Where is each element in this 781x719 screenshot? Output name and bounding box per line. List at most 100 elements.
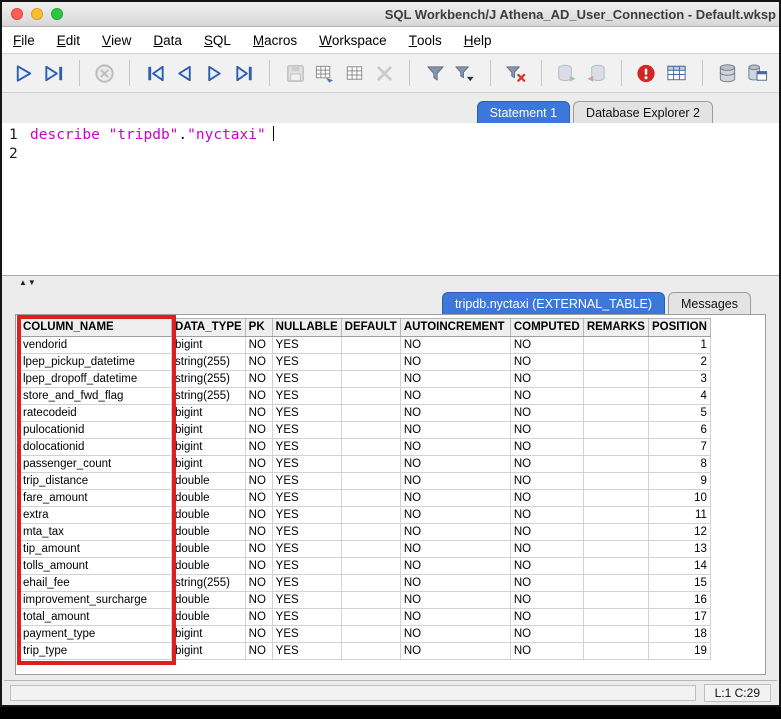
- table-row[interactable]: tolls_amountdoubleNOYESNONO14: [20, 558, 711, 575]
- cell[interactable]: NO: [510, 456, 583, 473]
- cell[interactable]: double: [172, 524, 246, 541]
- cell[interactable]: NO: [510, 439, 583, 456]
- cell[interactable]: 10: [648, 490, 710, 507]
- reset-filter-button[interactable]: [503, 59, 529, 88]
- cell[interactable]: NO: [400, 422, 510, 439]
- cell[interactable]: bigint: [172, 456, 246, 473]
- collapse-up-icon[interactable]: ▲: [19, 279, 27, 287]
- cell[interactable]: 9: [648, 473, 710, 490]
- cell[interactable]: [341, 337, 400, 354]
- cell[interactable]: bigint: [172, 439, 246, 456]
- cell[interactable]: [341, 507, 400, 524]
- table-row[interactable]: vendoridbigintNOYESNONO1: [20, 337, 711, 354]
- cell[interactable]: string(255): [172, 371, 246, 388]
- cell[interactable]: 5: [648, 405, 710, 422]
- table-row[interactable]: extradoubleNOYESNONO11: [20, 507, 711, 524]
- cell[interactable]: NO: [400, 524, 510, 541]
- splitter[interactable]: ▲ ▼: [2, 276, 779, 290]
- cell[interactable]: tolls_amount: [20, 558, 172, 575]
- filter-button[interactable]: [422, 59, 448, 88]
- cell[interactable]: [341, 626, 400, 643]
- cell[interactable]: 19: [648, 643, 710, 660]
- cell[interactable]: vendorid: [20, 337, 172, 354]
- sql-editor[interactable]: 12 describe "tripdb"."nyctaxi": [2, 123, 779, 276]
- cell[interactable]: NO: [510, 575, 583, 592]
- cell[interactable]: NO: [245, 473, 272, 490]
- cell[interactable]: [341, 558, 400, 575]
- menu-help[interactable]: Help: [453, 27, 503, 53]
- cell[interactable]: NO: [510, 473, 583, 490]
- cell[interactable]: NO: [245, 456, 272, 473]
- cell[interactable]: [341, 354, 400, 371]
- menu-tools[interactable]: Tools: [398, 27, 453, 53]
- cell[interactable]: NO: [245, 439, 272, 456]
- cell[interactable]: trip_distance: [20, 473, 172, 490]
- filter-dropdown-button[interactable]: [452, 59, 478, 88]
- cell[interactable]: NO: [245, 490, 272, 507]
- cell[interactable]: NO: [510, 541, 583, 558]
- prev-row-button[interactable]: [172, 59, 198, 88]
- cell[interactable]: store_and_fwd_flag: [20, 388, 172, 405]
- table-row[interactable]: dolocationidbigintNOYESNONO7: [20, 439, 711, 456]
- cell[interactable]: NO: [400, 354, 510, 371]
- menu-file[interactable]: File: [2, 27, 46, 53]
- cell[interactable]: YES: [272, 388, 341, 405]
- cell[interactable]: NO: [400, 575, 510, 592]
- cell[interactable]: payment_type: [20, 626, 172, 643]
- cell[interactable]: 15: [648, 575, 710, 592]
- cell[interactable]: NO: [400, 541, 510, 558]
- menu-workspace[interactable]: Workspace: [308, 27, 398, 53]
- cell[interactable]: YES: [272, 609, 341, 626]
- cell[interactable]: [583, 507, 648, 524]
- cell[interactable]: NO: [245, 592, 272, 609]
- cell[interactable]: NO: [400, 439, 510, 456]
- table-row[interactable]: tip_amountdoubleNOYESNONO13: [20, 541, 711, 558]
- code-area[interactable]: describe "tripdb"."nyctaxi": [29, 123, 779, 275]
- cell[interactable]: bigint: [172, 626, 246, 643]
- cell[interactable]: NO: [510, 388, 583, 405]
- sql-statement-line[interactable]: describe "tripdb"."nyctaxi": [30, 126, 779, 145]
- column-header-computed[interactable]: COMPUTED: [510, 319, 583, 337]
- cell[interactable]: YES: [272, 490, 341, 507]
- cell[interactable]: NO: [400, 626, 510, 643]
- cell[interactable]: [341, 371, 400, 388]
- commit-button[interactable]: [554, 59, 580, 88]
- column-header-default[interactable]: DEFAULT: [341, 319, 400, 337]
- cell[interactable]: extra: [20, 507, 172, 524]
- cell[interactable]: [341, 405, 400, 422]
- cell[interactable]: [583, 405, 648, 422]
- cell[interactable]: [583, 490, 648, 507]
- cell[interactable]: 4: [648, 388, 710, 405]
- cell[interactable]: double: [172, 609, 246, 626]
- column-header-position[interactable]: POSITION: [648, 319, 710, 337]
- result-table[interactable]: COLUMN_NAMEDATA_TYPEPKNULLABLEDEFAULTAUT…: [19, 318, 711, 660]
- cell[interactable]: ehail_fee: [20, 575, 172, 592]
- cell[interactable]: [583, 575, 648, 592]
- cell[interactable]: 14: [648, 558, 710, 575]
- last-row-button[interactable]: [232, 59, 258, 88]
- cell[interactable]: [341, 592, 400, 609]
- cell[interactable]: NO: [245, 558, 272, 575]
- cell[interactable]: YES: [272, 456, 341, 473]
- cell[interactable]: [583, 354, 648, 371]
- cell[interactable]: YES: [272, 575, 341, 592]
- table-row[interactable]: store_and_fwd_flagstring(255)NOYESNONO4: [20, 388, 711, 405]
- cell[interactable]: NO: [510, 490, 583, 507]
- cell[interactable]: NO: [400, 388, 510, 405]
- cell[interactable]: YES: [272, 354, 341, 371]
- cell[interactable]: dolocationid: [20, 439, 172, 456]
- cell[interactable]: string(255): [172, 575, 246, 592]
- cell[interactable]: [341, 439, 400, 456]
- cell[interactable]: pulocationid: [20, 422, 172, 439]
- cell[interactable]: NO: [245, 541, 272, 558]
- cell[interactable]: fare_amount: [20, 490, 172, 507]
- execute-selected-button[interactable]: [11, 59, 37, 88]
- column-header-nullable[interactable]: NULLABLE: [272, 319, 341, 337]
- minimize-window-button[interactable]: [31, 8, 43, 20]
- cell[interactable]: NO: [510, 524, 583, 541]
- table-row[interactable]: improvement_surchargedoubleNOYESNONO16: [20, 592, 711, 609]
- cell[interactable]: improvement_surcharge: [20, 592, 172, 609]
- cell[interactable]: double: [172, 558, 246, 575]
- cell[interactable]: NO: [245, 422, 272, 439]
- cell[interactable]: YES: [272, 337, 341, 354]
